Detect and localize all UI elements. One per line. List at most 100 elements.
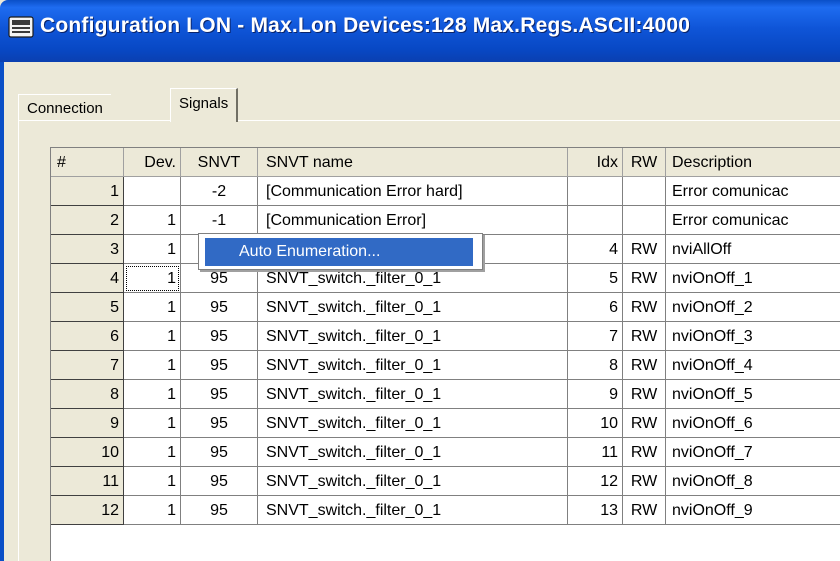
snvt-cell[interactable]: -1 (181, 206, 258, 235)
tab-signals[interactable]: Signals (170, 88, 239, 122)
dev-cell[interactable]: 1 (124, 351, 181, 380)
dev-cell[interactable]: 1 (124, 264, 181, 293)
rw-cell[interactable]: RW (623, 322, 666, 351)
idx-cell[interactable] (568, 206, 623, 235)
snvt-cell[interactable]: 95 (181, 293, 258, 322)
idx-cell[interactable] (568, 177, 623, 206)
description-cell[interactable]: nviOnOff_3 (666, 322, 840, 351)
description-cell[interactable]: Error comunicac (666, 206, 840, 235)
snvt-cell[interactable]: 95 (181, 496, 258, 525)
dev-cell[interactable]: 1 (124, 235, 181, 264)
dev-cell[interactable]: 1 (124, 293, 181, 322)
table-row[interactable]: 10 1 95 SNVT_switch._filter_0_1 11 RW nviOnOff… (51, 438, 840, 467)
rw-cell[interactable]: RW (623, 293, 666, 322)
snvt-cell[interactable]: 95 (181, 467, 258, 496)
description-cell[interactable]: nviOnOff_7 (666, 438, 840, 467)
idx-cell[interactable]: 8 (568, 351, 623, 380)
idx-cell[interactable]: 12 (568, 467, 623, 496)
rw-cell[interactable]: RW (623, 235, 666, 264)
table-row[interactable]: 1 -2 [Communication Error hard] Error comun… (51, 177, 840, 206)
rw-cell[interactable]: RW (623, 380, 666, 409)
idx-cell[interactable]: 13 (568, 496, 623, 525)
rw-cell[interactable]: RW (623, 264, 666, 293)
table-row[interactable]: 6 1 95 SNVT_switch._filter_0_1 7 RW nviOnOff_3 (51, 322, 840, 351)
snvt-name-cell[interactable]: [Communication Error hard] (258, 177, 568, 206)
snvt-name-cell[interactable]: SNVT_switch._filter_0_1 (258, 496, 568, 525)
column-header-dev[interactable]: Dev. (124, 148, 181, 177)
snvt-name-cell[interactable]: SNVT_switch._filter_0_1 (258, 467, 568, 496)
row-number[interactable]: 3 (51, 235, 124, 264)
table-row[interactable]: 7 1 95 SNVT_switch._filter_0_1 8 RW nviOnOff_4 (51, 351, 840, 380)
rw-cell[interactable]: RW (623, 496, 666, 525)
snvt-cell[interactable]: 95 (181, 351, 258, 380)
snvt-cell[interactable]: 95 (181, 438, 258, 467)
dev-cell[interactable]: 1 (124, 496, 181, 525)
row-number[interactable]: 7 (51, 351, 124, 380)
dev-cell[interactable]: 1 (124, 467, 181, 496)
snvt-cell[interactable]: 95 (181, 322, 258, 351)
signals-grid[interactable]: # Dev. SNVT SNVT name Idx RW Description… (50, 147, 840, 561)
idx-cell[interactable]: 9 (568, 380, 623, 409)
row-number[interactable]: 1 (51, 177, 124, 206)
snvt-cell[interactable]: 95 (181, 409, 258, 438)
row-number[interactable]: 9 (51, 409, 124, 438)
title-bar[interactable]: Configuration LON - Max.Lon Devices:128 … (0, 0, 840, 62)
table-row[interactable]: 11 1 95 SNVT_switch._filter_0_1 12 RW nviOnOff… (51, 467, 840, 496)
idx-cell[interactable]: 7 (568, 322, 623, 351)
rw-cell[interactable]: RW (623, 351, 666, 380)
column-header-rw[interactable]: RW (623, 148, 666, 177)
description-cell[interactable]: nviOnOff_8 (666, 467, 840, 496)
row-number[interactable]: 2 (51, 206, 124, 235)
menu-item-auto-enumeration[interactable]: Auto Enumeration... (205, 238, 473, 266)
dev-cell[interactable]: 1 (124, 438, 181, 467)
description-cell[interactable]: nviOnOff_5 (666, 380, 840, 409)
table-row[interactable]: 9 1 95 SNVT_switch._filter_0_1 10 RW nviOnOff_… (51, 409, 840, 438)
snvt-name-cell[interactable]: SNVT_switch._filter_0_1 (258, 409, 568, 438)
dev-cell[interactable]: 1 (124, 409, 181, 438)
window-app-icon[interactable] (8, 16, 34, 38)
row-number[interactable]: 11 (51, 467, 124, 496)
dev-cell[interactable]: 1 (124, 322, 181, 351)
dev-cell[interactable]: 1 (124, 380, 181, 409)
table-row[interactable]: 12 1 95 SNVT_switch._filter_0_1 13 RW nviOnOff… (51, 496, 840, 525)
rw-cell[interactable]: RW (623, 438, 666, 467)
snvt-name-cell[interactable]: SNVT_switch._filter_0_1 (258, 438, 568, 467)
rw-cell[interactable] (623, 206, 666, 235)
description-cell[interactable]: Error comunicac (666, 177, 840, 206)
snvt-cell[interactable]: -2 (181, 177, 258, 206)
idx-cell[interactable]: 10 (568, 409, 623, 438)
dev-cell[interactable] (124, 177, 181, 206)
idx-cell[interactable]: 4 (568, 235, 623, 264)
rw-cell[interactable]: RW (623, 467, 666, 496)
table-row[interactable]: 5 1 95 SNVT_switch._filter_0_1 6 RW nviOnOff_2 (51, 293, 840, 322)
idx-cell[interactable]: 5 (568, 264, 623, 293)
row-number[interactable]: 6 (51, 322, 124, 351)
snvt-name-cell[interactable]: SNVT_switch._filter_0_1 (258, 351, 568, 380)
snvt-name-cell[interactable]: SNVT_switch._filter_0_1 (258, 380, 568, 409)
description-cell[interactable]: nviOnOff_2 (666, 293, 840, 322)
row-number[interactable]: 4 (51, 264, 124, 293)
column-header-snvt[interactable]: SNVT (181, 148, 258, 177)
table-row[interactable]: 8 1 95 SNVT_switch._filter_0_1 9 RW nviOnOff_5 (51, 380, 840, 409)
snvt-name-cell[interactable]: SNVT_switch._filter_0_1 (258, 322, 568, 351)
description-cell[interactable]: nviOnOff_4 (666, 351, 840, 380)
idx-cell[interactable]: 6 (568, 293, 623, 322)
snvt-cell[interactable]: 95 (181, 380, 258, 409)
row-number[interactable]: 5 (51, 293, 124, 322)
description-cell[interactable]: nviAllOff (666, 235, 840, 264)
row-number[interactable]: 8 (51, 380, 124, 409)
dev-cell[interactable]: 1 (124, 206, 181, 235)
column-header-snvt-name[interactable]: SNVT name (258, 148, 568, 177)
tab-connection[interactable]: Connection (18, 94, 111, 120)
idx-cell[interactable]: 11 (568, 438, 623, 467)
column-header-number[interactable]: # (51, 148, 124, 177)
rw-cell[interactable]: RW (623, 409, 666, 438)
column-header-idx[interactable]: Idx (568, 148, 623, 177)
snvt-name-cell[interactable]: SNVT_switch._filter_0_1 (258, 293, 568, 322)
table-row[interactable]: 2 1 -1 [Communication Error] Error comunicac (51, 206, 840, 235)
rw-cell[interactable] (623, 177, 666, 206)
description-cell[interactable]: nviOnOff_9 (666, 496, 840, 525)
column-header-description[interactable]: Description (666, 148, 840, 177)
description-cell[interactable]: nviOnOff_1 (666, 264, 840, 293)
row-number[interactable]: 12 (51, 496, 124, 525)
